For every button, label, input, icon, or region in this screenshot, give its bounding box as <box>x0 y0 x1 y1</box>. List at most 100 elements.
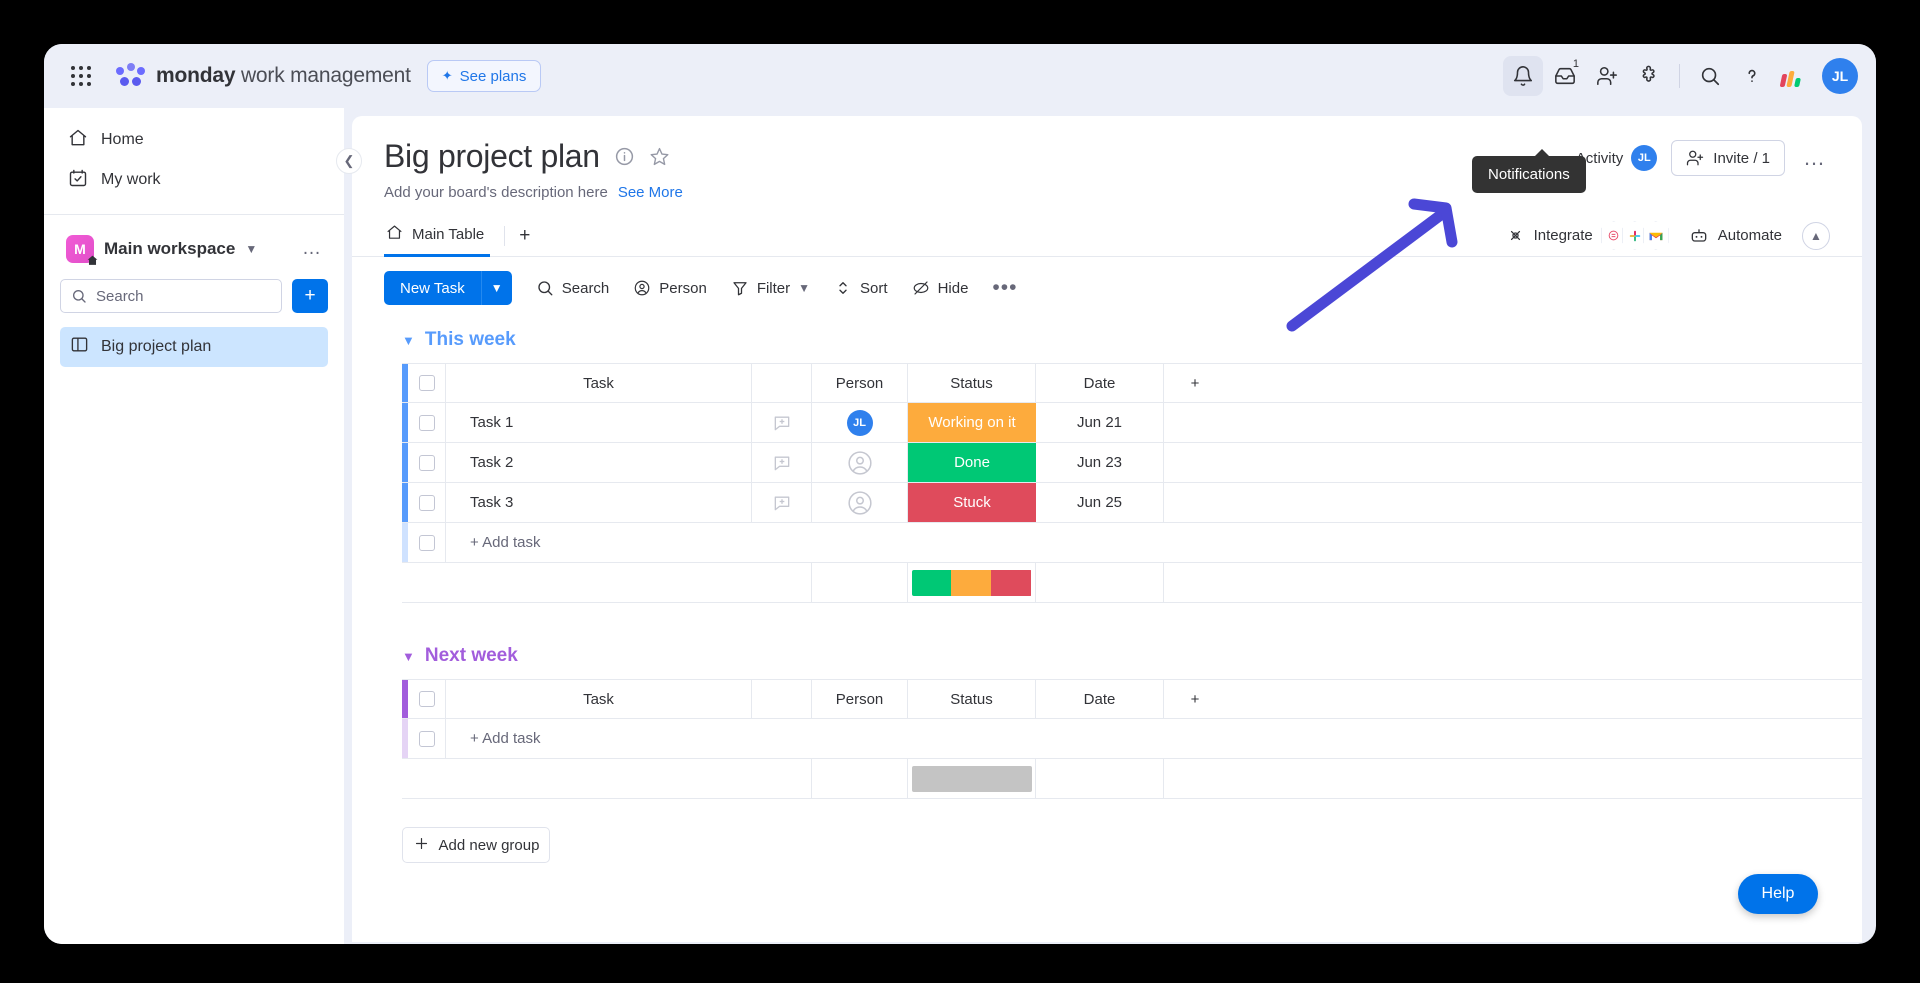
help-button[interactable]: Help <box>1738 874 1818 914</box>
cell-status[interactable]: Done <box>908 443 1036 482</box>
group-header[interactable]: ▼ Next week <box>352 645 1862 667</box>
board-description[interactable]: Add your board's description here <box>384 184 608 201</box>
add-board-button[interactable]: + <box>292 279 328 313</box>
chevron-down-icon[interactable]: ▼ <box>245 242 257 256</box>
cell-task[interactable]: Task 3 <box>446 483 752 522</box>
column-header-date[interactable]: Date <box>1036 364 1164 402</box>
help-question-icon[interactable] <box>1732 56 1772 96</box>
column-header-task[interactable]: Task <box>446 680 752 718</box>
search-icon[interactable] <box>1690 56 1730 96</box>
notifications-bell-icon[interactable] <box>1503 56 1543 96</box>
workspace-more-menu[interactable]: … <box>302 238 322 260</box>
row-checkbox[interactable] <box>408 443 446 482</box>
workspace-name[interactable]: Main workspace <box>104 239 235 259</box>
board-info-icon[interactable] <box>614 146 635 167</box>
select-all-checkbox[interactable] <box>408 364 446 402</box>
row-checkbox[interactable] <box>408 483 446 522</box>
table-row[interactable]: Task 2 Done Jun 23 <box>402 443 1862 483</box>
chevron-down-icon[interactable]: ▼ <box>402 333 415 348</box>
select-all-checkbox[interactable] <box>408 680 446 718</box>
workspace-search-row: Search + <box>60 279 328 313</box>
cell-task[interactable]: Task 2 <box>446 443 752 482</box>
column-header-person[interactable]: Person <box>812 680 908 718</box>
column-header-date[interactable]: Date <box>1036 680 1164 718</box>
tab-main-table[interactable]: Main Table <box>384 215 491 257</box>
workspace-selector[interactable]: M Main workspace ▼ … <box>60 231 328 267</box>
cell-person[interactable]: JL <box>812 403 908 442</box>
search-input[interactable]: Search <box>60 279 282 313</box>
apps-marketplace-icon[interactable] <box>1629 56 1669 96</box>
add-task-row[interactable]: + Add task <box>402 523 1862 563</box>
board-tabs: Main Table + Integrate Automate ▲ <box>352 215 1862 257</box>
integrate-button[interactable]: Integrate <box>1506 221 1669 250</box>
toolbar-hide[interactable]: Hide <box>912 279 968 297</box>
toolbar-more-menu[interactable]: ••• <box>992 276 1017 300</box>
toolbar-filter[interactable]: Filter ▼ <box>731 279 810 297</box>
row-end-spacer <box>1164 483 1226 522</box>
toolbar-person[interactable]: Person <box>633 279 707 297</box>
add-task-checkbox <box>408 719 446 758</box>
add-task-row[interactable]: + Add task <box>402 719 1862 759</box>
table-header-row: Task Person Status Date + <box>402 679 1862 719</box>
invite-button[interactable]: Invite / 1 <box>1671 140 1785 176</box>
group-header[interactable]: ▼ This week <box>352 329 1862 351</box>
cell-person[interactable] <box>812 483 908 522</box>
chevron-down-icon[interactable]: ▼ <box>482 271 512 305</box>
add-task-label[interactable]: + Add task <box>446 719 752 758</box>
row-checkbox[interactable] <box>408 403 446 442</box>
see-more-link[interactable]: See More <box>618 184 683 201</box>
new-task-button[interactable]: New Task ▼ <box>384 271 512 305</box>
user-avatar[interactable]: JL <box>1822 58 1858 94</box>
add-column-button[interactable]: + <box>1164 364 1226 402</box>
sidebar-item-big-project-plan[interactable]: Big project plan <box>60 327 328 367</box>
column-header-status[interactable]: Status <box>908 364 1036 402</box>
summary-status[interactable] <box>908 759 1036 798</box>
summary-status[interactable] <box>908 563 1036 602</box>
row-chat-icon[interactable] <box>752 483 812 522</box>
cell-status[interactable]: Working on it <box>908 403 1036 442</box>
table-row[interactable]: Task 3 Stuck Jun 25 <box>402 483 1862 523</box>
automate-button[interactable]: Automate <box>1689 226 1782 246</box>
cell-status[interactable]: Stuck <box>908 483 1036 522</box>
table-row[interactable]: Task 1 JL Working on it Jun 21 <box>402 403 1862 443</box>
add-new-group-button[interactable]: Add new group <box>402 827 550 863</box>
add-task-label[interactable]: + Add task <box>446 523 752 562</box>
sidebar-collapse-button[interactable]: ❮ <box>336 148 362 174</box>
sidebar-item-home[interactable]: Home <box>58 120 330 160</box>
table-header-row: Task Person Status Date + <box>402 363 1862 403</box>
toolbar-search[interactable]: Search <box>536 279 609 297</box>
chevron-down-icon[interactable]: ▼ <box>402 649 415 664</box>
inbox-icon[interactable]: 1 <box>1545 56 1585 96</box>
cell-person[interactable] <box>812 443 908 482</box>
collapse-header-button[interactable]: ▲ <box>1802 221 1830 250</box>
cell-date[interactable]: Jun 23 <box>1036 443 1164 482</box>
screen-root: monday work management ✦ See plans 1 JL … <box>0 0 1920 983</box>
row-chat-icon[interactable] <box>752 403 812 442</box>
favorite-star-icon[interactable] <box>649 146 670 167</box>
add-view-button[interactable]: + <box>519 225 530 247</box>
chevron-down-icon[interactable]: ▼ <box>798 281 810 295</box>
column-header-task[interactable]: Task <box>446 364 752 402</box>
activity-button[interactable]: Activity JL <box>1576 145 1658 171</box>
plus-icon <box>413 835 430 856</box>
apps-grid-icon[interactable] <box>64 59 98 93</box>
search-icon <box>538 281 553 296</box>
toolbar-sort[interactable]: Sort <box>834 279 888 297</box>
sidebar-item-my-work[interactable]: My work <box>58 160 330 200</box>
monday-product-logo-icon[interactable] <box>1774 56 1814 96</box>
column-header-status[interactable]: Status <box>908 680 1036 718</box>
cell-date[interactable]: Jun 25 <box>1036 483 1164 522</box>
column-header-person[interactable]: Person <box>812 364 908 402</box>
monday-brand-logo[interactable]: monday work management <box>116 63 411 89</box>
row-chat-icon[interactable] <box>752 443 812 482</box>
cell-date[interactable]: Jun 21 <box>1036 403 1164 442</box>
page-title: Big project plan <box>384 138 600 174</box>
group-table: Task Person Status Date + + Add task <box>352 679 1862 799</box>
board-header-actions: Activity JL Invite / 1 … <box>1576 140 1830 176</box>
cell-task[interactable]: Task 1 <box>446 403 752 442</box>
add-column-button[interactable]: + <box>1164 680 1226 718</box>
see-plans-button[interactable]: ✦ See plans <box>426 60 542 92</box>
board-more-menu[interactable]: … <box>1799 145 1830 171</box>
invite-member-icon[interactable] <box>1587 56 1627 96</box>
gmail-hex-icon[interactable] <box>1642 221 1669 250</box>
